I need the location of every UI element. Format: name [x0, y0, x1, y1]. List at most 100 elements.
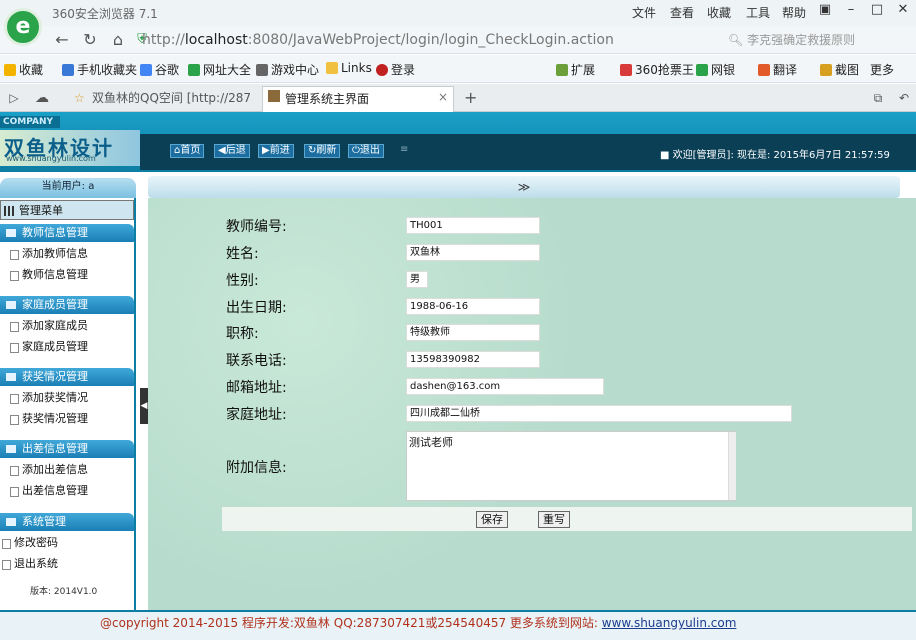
home-button[interactable]: ⌂首页 [170, 144, 205, 158]
group-trips[interactable]: 出差信息管理 [0, 440, 134, 458]
bookmark-extensions[interactable]: 扩展 [556, 61, 595, 78]
menu-title: 管理菜单 [0, 200, 134, 220]
sidebar-item-manage-family[interactable]: 家庭成员管理 [8, 337, 134, 357]
group-awards[interactable]: 获奖情况管理 [0, 368, 134, 386]
url-prefix: http:// [142, 32, 185, 48]
search-icon: 🔍︎ [728, 33, 744, 47]
welcome-text: ■ 欢迎[管理员]: 现在是: 2015年6月7日 21:57:59 [660, 150, 890, 161]
bookmark-sites[interactable]: 网址大全 [188, 61, 251, 78]
cloud-icon[interactable]: ☁ [32, 88, 52, 108]
minimize-icon[interactable]: – [838, 0, 864, 20]
extra-info-textarea[interactable]: 测试老师 [406, 431, 736, 501]
label-email: 邮箱地址: [226, 380, 287, 396]
forward-arrow-icon: ▶ [262, 145, 270, 156]
url-path: :8080/JavaWebProject/login/login_CheckLo… [247, 32, 614, 48]
sidebar-item-add-award[interactable]: 添加获奖情况 [8, 388, 134, 408]
tab-main-interface[interactable]: 管理系统主界面 [262, 86, 454, 112]
bullet-icon: ■ [660, 150, 670, 161]
label-extra: 附加信息: [226, 460, 287, 476]
search-placeholder: 李克强确定救援原则 [747, 33, 856, 47]
tab-qq-space[interactable]: 双鱼林的QQ空间 [http://2873 [70, 86, 250, 112]
puzzle-icon [556, 64, 568, 76]
phone-field[interactable]: 13598390982 [406, 351, 540, 368]
reload-icon[interactable]: ↻ [80, 30, 100, 50]
email-field[interactable]: dashen@163.com [406, 378, 604, 395]
content-top-strip[interactable]: ≫ [148, 176, 900, 198]
bookmark-games[interactable]: 游戏中心 [256, 61, 319, 78]
gender-field[interactable]: 男 [406, 271, 428, 288]
bookmark-login[interactable]: 登录 [376, 61, 415, 78]
save-button[interactable]: 保存 [476, 511, 508, 528]
home-icon[interactable]: ⌂ [108, 30, 128, 50]
bookmark-google[interactable]: 谷歌 [140, 61, 179, 78]
sidebar-item-logout[interactable]: 退出系统 [0, 554, 126, 574]
menu-view[interactable]: 查看 [670, 4, 694, 21]
phone-icon [62, 64, 74, 76]
sidebar-item-add-teacher[interactable]: 添加教师信息 [8, 244, 134, 264]
version-label: 版本: 2014V1.0 [30, 587, 98, 597]
logout-button[interactable]: ⏻退出 [348, 144, 384, 158]
reset-button[interactable]: 重写 [538, 511, 570, 528]
label-title: 职称: [226, 326, 259, 342]
ticket-icon [620, 64, 632, 76]
group-family[interactable]: 家庭成员管理 [0, 296, 134, 314]
birthdate-field[interactable]: 1988-06-16 [406, 298, 540, 315]
name-field[interactable]: 双鱼林 [406, 244, 540, 261]
maximize-icon[interactable]: □ [864, 0, 890, 20]
sidebar-item-change-password[interactable]: 修改密码 [0, 533, 126, 553]
textarea-scrollbar[interactable] [728, 432, 736, 500]
back-icon[interactable]: ← [52, 30, 72, 50]
back-arrow-icon: ◀ [218, 145, 226, 156]
refresh-button[interactable]: ↻刷新 [304, 144, 341, 158]
sidebar-toggle-icon[interactable]: ▷ [4, 88, 24, 108]
label-phone: 联系电话: [226, 353, 287, 369]
teacher-id-field[interactable]: TH001 [406, 217, 540, 234]
bookmark-bank[interactable]: 网银 [696, 61, 735, 78]
footer-copyright: @copyright 2014-2015 程序开发:双鱼林 QQ:2873074… [100, 616, 737, 630]
menu-favorites[interactable]: 收藏 [707, 4, 731, 21]
history-icon[interactable]: ↶ [894, 88, 914, 108]
close-icon[interactable]: ✕ [890, 0, 916, 20]
bookmark-more[interactable]: 更多 [870, 61, 894, 78]
bookmark-mobile[interactable]: 手机收藏夹 [62, 61, 137, 78]
footer-website-link[interactable]: www.shuangyulin.com [602, 616, 737, 630]
globe-icon [188, 64, 200, 76]
label-address: 家庭地址: [226, 407, 287, 423]
bookmark-links[interactable]: Links [326, 61, 372, 75]
bookmark-translate[interactable]: 翻译 [758, 61, 797, 78]
login-icon [376, 64, 388, 76]
label-birthdate: 出生日期: [226, 300, 287, 316]
bookmark-screenshot[interactable]: 截图 [820, 61, 859, 78]
menu-lines-icon: ≡ [400, 144, 409, 155]
menu-help[interactable]: 帮助 [782, 4, 806, 21]
gamepad-icon [256, 64, 268, 76]
sidebar-item-manage-trip[interactable]: 出差信息管理 [8, 481, 134, 501]
sidebar-item-add-family[interactable]: 添加家庭成员 [8, 316, 134, 336]
new-tab-icon[interactable]: + [464, 88, 477, 107]
translate-icon [758, 64, 770, 76]
group-teacher-info[interactable]: 教师信息管理 [0, 224, 134, 242]
sidebar-item-manage-teacher[interactable]: 教师信息管理 [8, 265, 134, 285]
tab-close-icon[interactable]: × [438, 90, 448, 104]
sidebar-item-add-trip[interactable]: 添加出差信息 [8, 460, 134, 480]
title-field[interactable]: 特级教师 [406, 324, 540, 341]
group-system[interactable]: 系统管理 [0, 513, 134, 531]
bookmark-tickets[interactable]: 360抢票王 [620, 61, 694, 78]
menu-tools[interactable]: 工具 [746, 4, 770, 21]
current-user-bar: 当前用户: a [0, 178, 136, 198]
sidebar-collapse-handle[interactable]: ◀ [140, 388, 148, 424]
back-button[interactable]: ◀后退 [214, 144, 250, 158]
label-teacher-id: 教师编号: [226, 219, 287, 235]
skin-icon[interactable]: ▣ [812, 0, 838, 20]
company-label: COMPANY [0, 116, 60, 128]
browser-logo-icon: e [4, 8, 42, 46]
bookmark-favorites[interactable]: 收藏 [4, 61, 43, 78]
bank-icon [696, 64, 708, 76]
url-input[interactable]: http://localhost:8080/JavaWebProject/log… [142, 30, 652, 50]
sidebar-item-manage-award[interactable]: 获奖情况管理 [8, 409, 134, 429]
search-input[interactable]: 🔍︎ 李克强确定救援原则 [728, 30, 912, 50]
address-field[interactable]: 四川成都二仙桥 [406, 405, 792, 422]
menu-file[interactable]: 文件 [632, 4, 656, 21]
forward-button[interactable]: ▶前进 [258, 144, 294, 158]
restore-tab-icon[interactable]: ⧉ [868, 88, 888, 108]
